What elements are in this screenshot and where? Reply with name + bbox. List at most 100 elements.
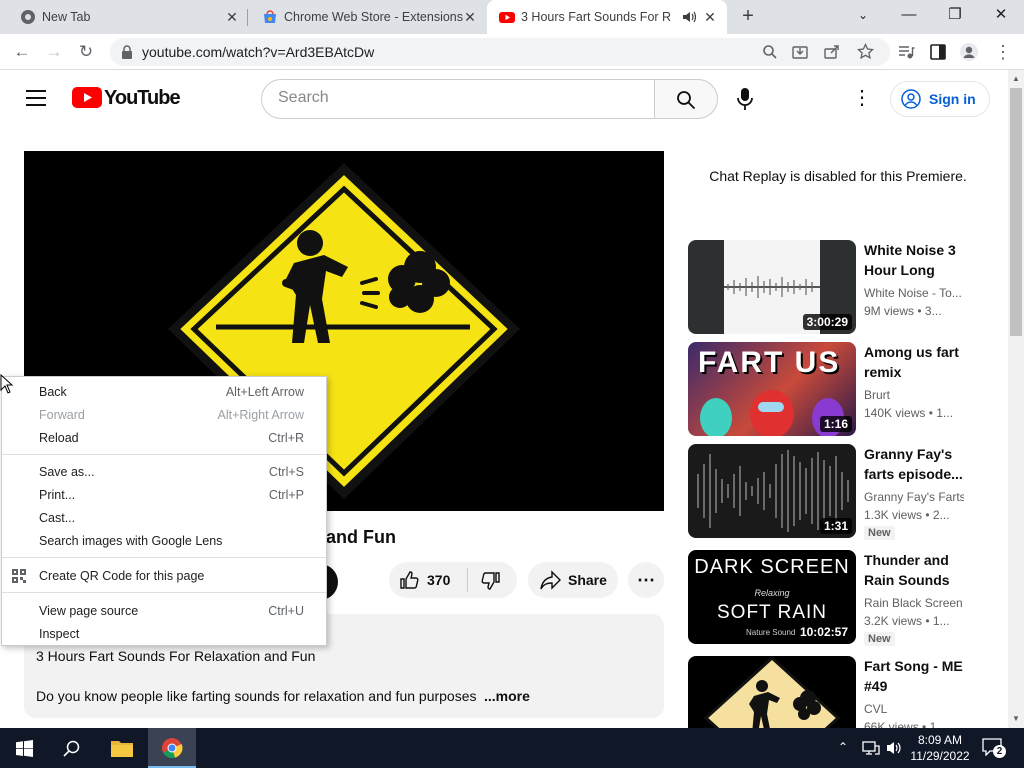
chrome-icon [21, 10, 35, 24]
menu-item-print[interactable]: Print... Ctrl+P [2, 484, 326, 507]
install-icon[interactable] [792, 44, 808, 60]
system-clock[interactable]: 8:09 AM 11/29/2022 [908, 732, 972, 764]
show-hidden-icons-icon[interactable]: ⌃ [838, 740, 848, 754]
windows-logo-icon [16, 740, 33, 757]
start-button[interactable] [0, 728, 48, 768]
recommendation-title[interactable]: Thunder and Rain Sounds f... [864, 550, 964, 590]
sign-in-label: Sign in [929, 91, 976, 107]
recommendation-item[interactable]: Fart Song - ME #49 CVL 66K views • 1 [688, 656, 1008, 728]
menu-item-view-source[interactable]: View page source Ctrl+U [2, 600, 326, 623]
notifications-button[interactable]: 2 [982, 738, 1006, 758]
minimize-button[interactable]: — [886, 0, 932, 30]
web-store-icon [264, 10, 276, 23]
show-more-link[interactable]: ...more [484, 688, 530, 704]
bookmark-star-icon[interactable] [857, 43, 874, 60]
volume-icon[interactable] [886, 740, 902, 756]
clock-date: 11/29/2022 [910, 749, 970, 763]
channel-name[interactable]: CVL [864, 702, 964, 716]
new-tab-button[interactable]: + [737, 5, 759, 27]
microphone-icon[interactable] [737, 87, 753, 111]
more-actions-button[interactable]: ⋯ [628, 562, 664, 598]
menu-divider [2, 557, 326, 558]
tab-title: New Tab [42, 10, 91, 24]
folder-icon [111, 741, 133, 757]
speaker-icon[interactable] [682, 11, 696, 23]
qr-code-icon [12, 569, 26, 583]
recommendation-item[interactable]: 1:31 Granny Fay's farts episode... Grann… [688, 444, 1008, 540]
menu-item-cast[interactable]: Cast... [2, 507, 326, 530]
menu-divider [2, 592, 326, 593]
channel-name[interactable]: White Noise - To... [864, 286, 964, 300]
video-thumbnail[interactable]: 1:31 [688, 444, 856, 538]
like-icon[interactable] [399, 570, 419, 590]
search-box[interactable] [261, 79, 655, 119]
search-button[interactable] [654, 79, 718, 119]
share-icon[interactable] [824, 44, 840, 60]
view-count: 66K views • 1 [864, 720, 937, 728]
search-input[interactable] [278, 89, 638, 107]
notification-count: 2 [993, 745, 1006, 758]
recommendation-title[interactable]: Among us fart remix [864, 342, 964, 382]
view-count: 1.3K views • 2... [864, 508, 950, 522]
menu-item-forward[interactable]: Forward Alt+Right Arrow [2, 404, 326, 427]
close-tab-icon[interactable]: ✕ [701, 8, 719, 26]
tab-new-tab[interactable]: New Tab ✕ [8, 0, 248, 34]
scrollbar-thumb[interactable] [1010, 88, 1022, 336]
scroll-up-arrow[interactable]: ▲ [1012, 74, 1020, 83]
like-dislike-group: 370 [389, 562, 517, 598]
video-thumbnail[interactable]: FART US 1:16 [688, 342, 856, 436]
recommendation-title[interactable]: White Noise 3 Hour Long [864, 240, 964, 280]
recommendation-item[interactable]: 3:00:29 White Noise 3 Hour Long White No… [688, 240, 1008, 336]
chrome-menu-icon[interactable]: ⋮ [994, 41, 1012, 63]
channel-name[interactable]: Brurt [864, 388, 964, 402]
forward-button[interactable]: → [42, 40, 66, 64]
profile-icon[interactable] [960, 43, 978, 61]
tab-youtube-video[interactable]: 3 Hours Fart Sounds For Rela ✕ [487, 0, 727, 34]
close-tab-icon[interactable]: ✕ [461, 8, 479, 26]
lock-icon[interactable] [121, 45, 133, 59]
search-icon [63, 740, 80, 757]
chrome-icon [162, 738, 183, 759]
video-thumbnail[interactable] [688, 656, 856, 728]
menu-item-google-lens[interactable]: Search images with Google Lens [2, 530, 326, 553]
menu-item-inspect[interactable]: Inspect [2, 623, 326, 646]
back-button[interactable]: ← [10, 40, 34, 64]
chrome-taskbar-button[interactable] [148, 728, 196, 768]
youtube-logo-icon [72, 87, 102, 108]
tab-search-icon[interactable]: ⌄ [840, 0, 886, 30]
address-bar[interactable]: youtube.com/watch?v=Ard3EBAtcDw [110, 38, 890, 66]
taskbar-search-button[interactable] [48, 728, 96, 768]
scroll-down-arrow[interactable]: ▼ [1012, 714, 1020, 723]
sign-in-button[interactable]: Sign in [890, 81, 990, 117]
close-tab-icon[interactable]: ✕ [223, 8, 241, 26]
menu-item-qr-code[interactable]: Create QR Code for this page [2, 565, 326, 588]
menu-item-reload[interactable]: Reload Ctrl+R [2, 427, 326, 450]
menu-item-back[interactable]: Back Alt+Left Arrow [2, 381, 326, 404]
network-icon[interactable] [862, 740, 880, 756]
video-thumbnail[interactable]: 3:00:29 [688, 240, 856, 334]
hamburger-menu-icon[interactable] [26, 89, 46, 107]
recommendation-item[interactable]: DARK SCREEN Relaxing SOFT RAIN Nature So… [688, 550, 1008, 646]
recommendation-title[interactable]: Granny Fay's farts episode... [864, 444, 964, 484]
restore-button[interactable]: ❐ [932, 0, 978, 30]
video-thumbnail[interactable]: DARK SCREEN Relaxing SOFT RAIN Nature So… [688, 550, 856, 644]
close-window-button[interactable]: ✕ [978, 0, 1024, 30]
tab-chrome-web-store[interactable]: Chrome Web Store - Extensions ✕ [250, 0, 490, 34]
youtube-header: YouTube ⋮ Sign in [0, 70, 1008, 126]
recommendation-item[interactable]: FART US 1:16 Among us fart remix Brurt 1… [688, 342, 1008, 438]
media-control-icon[interactable] [897, 43, 915, 61]
search-icon[interactable] [762, 44, 778, 60]
menu-item-save-as[interactable]: Save as... Ctrl+S [2, 461, 326, 484]
duration-badge: 1:16 [819, 416, 852, 432]
dislike-icon[interactable] [481, 571, 501, 591]
page-scrollbar[interactable]: ▲ ▼ [1008, 70, 1024, 728]
side-panel-icon[interactable] [929, 43, 947, 61]
more-options-icon[interactable]: ⋮ [852, 86, 872, 110]
thumbnail-caption: SOFT RAIN [717, 602, 827, 623]
share-button[interactable]: Share [528, 562, 618, 598]
file-explorer-button[interactable] [98, 728, 146, 768]
channel-name[interactable]: Rain Black Screen [864, 596, 964, 610]
recommendation-title[interactable]: Fart Song - ME #49 [864, 656, 964, 696]
reload-button[interactable]: ↻ [74, 40, 98, 64]
channel-name[interactable]: Granny Fay's Farts [864, 490, 964, 504]
